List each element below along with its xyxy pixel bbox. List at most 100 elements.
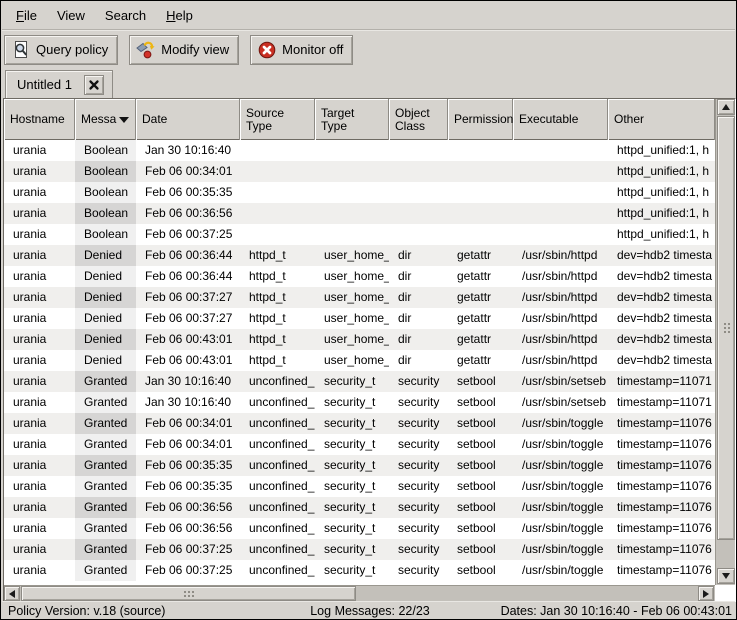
table-row[interactable]: uraniaGrantedFeb 06 00:34:01unconfined_s… (4, 434, 715, 455)
column-header-source-type[interactable]: Source Type (240, 99, 315, 140)
table-cell-msg: Granted (75, 371, 136, 392)
menu-view[interactable]: View (47, 4, 95, 27)
policy-version-status: Policy Version: v.18 (source) (2, 604, 310, 618)
menu-search[interactable]: Search (95, 4, 156, 27)
table-cell-msg: Granted (75, 455, 136, 476)
table-cell-cls: security (389, 539, 448, 560)
table-row[interactable]: uraniaBooleanFeb 06 00:35:35httpd_unifie… (4, 182, 715, 203)
table-cell-date: Feb 06 00:36:56 (136, 518, 240, 539)
table-row[interactable]: uraniaGrantedFeb 06 00:35:35unconfined_s… (4, 476, 715, 497)
table-cell-tgt: security_t (315, 413, 389, 434)
table-row[interactable]: uraniaGrantedFeb 06 00:34:01unconfined_s… (4, 413, 715, 434)
table-row[interactable]: uraniaDeniedFeb 06 00:37:27httpd_tuser_h… (4, 308, 715, 329)
table-cell-exe (513, 182, 608, 203)
table-cell-tgt: user_home_ (315, 308, 389, 329)
table-row[interactable]: uraniaGrantedFeb 06 00:35:35unconfined_s… (4, 455, 715, 476)
tab-close-button[interactable] (84, 75, 104, 95)
table-cell-date: Feb 06 00:34:01 (136, 413, 240, 434)
table-cell-other: dev=hdb2 timesta (608, 329, 715, 350)
dates-status: Dates: Jan 30 10:16:40 - Feb 06 00:43:01 (430, 604, 735, 618)
column-header-label: Source Type (246, 107, 284, 133)
table-cell-other: dev=hdb2 timesta (608, 245, 715, 266)
menu-help[interactable]: Help (156, 4, 203, 27)
table-cell-cls: security (389, 560, 448, 581)
table-cell-tgt: user_home_ (315, 287, 389, 308)
table-cell-msg: Boolean (75, 140, 136, 161)
table-cell-msg: Denied (75, 329, 136, 350)
modify-view-button[interactable]: Modify view (129, 35, 239, 65)
column-header-label: Executable (519, 113, 578, 126)
column-header-messa[interactable]: Messa (75, 99, 136, 140)
tab-untitled-1[interactable]: Untitled 1 (5, 70, 113, 98)
table-cell-exe: /usr/sbin/toggle (513, 434, 608, 455)
table-cell-src: unconfined_ (240, 497, 315, 518)
column-header-target-type[interactable]: Target Type (315, 99, 389, 140)
table-cell-msg: Boolean (75, 203, 136, 224)
vertical-scrollbar[interactable] (715, 99, 735, 585)
scroll-right-button[interactable] (698, 586, 714, 601)
table-cell-msg: Boolean (75, 161, 136, 182)
table-row[interactable]: uraniaDeniedFeb 06 00:37:27httpd_tuser_h… (4, 287, 715, 308)
table-cell-perm: setbool (448, 560, 513, 581)
column-header-other[interactable]: Other (608, 99, 715, 140)
table-row[interactable]: uraniaGrantedJan 30 10:16:40unconfined_s… (4, 371, 715, 392)
table-cell-date: Feb 06 00:35:35 (136, 182, 240, 203)
table-cell-tgt: user_home_ (315, 350, 389, 371)
scroll-up-button[interactable] (717, 99, 735, 115)
column-header-hostname[interactable]: Hostname (4, 99, 75, 140)
table-cell-msg: Granted (75, 560, 136, 581)
menu-bar: FileViewSearchHelp (2, 2, 735, 30)
table-cell-exe: /usr/sbin/httpd (513, 329, 608, 350)
table-cell-other: httpd_unified:1, h (608, 140, 715, 161)
table-row[interactable]: uraniaBooleanFeb 06 00:34:01httpd_unifie… (4, 161, 715, 182)
table-cell-host: urania (4, 287, 75, 308)
table-cell-cls: security (389, 476, 448, 497)
table-row[interactable]: uraniaDeniedFeb 06 00:36:44httpd_tuser_h… (4, 245, 715, 266)
column-header-label: Other (614, 113, 644, 126)
table-cell-other: timestamp=11076 (608, 413, 715, 434)
scroll-left-button[interactable] (4, 586, 20, 601)
table-cell-host: urania (4, 497, 75, 518)
column-header-label: Date (142, 113, 167, 126)
table-row[interactable]: uraniaDeniedFeb 06 00:36:44httpd_tuser_h… (4, 266, 715, 287)
table-row[interactable]: uraniaDeniedFeb 06 00:43:01httpd_tuser_h… (4, 350, 715, 371)
scroll-down-button[interactable] (717, 568, 735, 584)
column-header-executable[interactable]: Executable (513, 99, 608, 140)
monitor-off-button[interactable]: Monitor off (250, 35, 353, 65)
vertical-scrollbar-thumb[interactable] (717, 116, 735, 540)
table-cell-src (240, 161, 315, 182)
table-row[interactable]: uraniaGrantedFeb 06 00:37:25unconfined_s… (4, 539, 715, 560)
table-cell-tgt: user_home_ (315, 266, 389, 287)
table-row[interactable]: uraniaBooleanFeb 06 00:36:56httpd_unifie… (4, 203, 715, 224)
horizontal-scrollbar[interactable] (4, 585, 715, 601)
table-cell-cls: dir (389, 308, 448, 329)
table-cell-exe (513, 203, 608, 224)
menu-file[interactable]: File (6, 4, 47, 27)
table-row[interactable]: uraniaGrantedFeb 06 00:36:56unconfined_s… (4, 518, 715, 539)
column-header-permission[interactable]: Permission (448, 99, 513, 140)
column-header-label: Hostname (10, 113, 65, 126)
query-policy-button[interactable]: Query policy (4, 35, 118, 65)
table-row[interactable]: uraniaGrantedFeb 06 00:36:56unconfined_s… (4, 497, 715, 518)
table-row[interactable]: uraniaBooleanFeb 06 00:37:25httpd_unifie… (4, 224, 715, 245)
table-cell-tgt: user_home_ (315, 245, 389, 266)
table-cell-src: httpd_t (240, 308, 315, 329)
table-cell-msg: Denied (75, 266, 136, 287)
table-cell-perm (448, 203, 513, 224)
table-cell-date: Feb 06 00:43:01 (136, 329, 240, 350)
table-cell-tgt (315, 161, 389, 182)
table-row[interactable]: uraniaGrantedJan 30 10:16:40unconfined_s… (4, 392, 715, 413)
table-row[interactable]: uraniaDeniedFeb 06 00:43:01httpd_tuser_h… (4, 329, 715, 350)
table-cell-other: dev=hdb2 timesta (608, 350, 715, 371)
table-row[interactable]: uraniaBooleanJan 30 10:16:40httpd_unifie… (4, 140, 715, 161)
horizontal-scrollbar-thumb[interactable] (21, 586, 356, 601)
table-cell-src: unconfined_ (240, 518, 315, 539)
table-cell-host: urania (4, 266, 75, 287)
table-cell-other: timestamp=11076 (608, 434, 715, 455)
column-header-date[interactable]: Date (136, 99, 240, 140)
table-row[interactable]: uraniaGrantedFeb 06 00:37:25unconfined_s… (4, 560, 715, 581)
column-header-object-class[interactable]: Object Class (389, 99, 448, 140)
table-body: uraniaBooleanJan 30 10:16:40httpd_unifie… (4, 140, 715, 581)
table-cell-other: timestamp=11076 (608, 518, 715, 539)
table-cell-other: httpd_unified:1, h (608, 161, 715, 182)
